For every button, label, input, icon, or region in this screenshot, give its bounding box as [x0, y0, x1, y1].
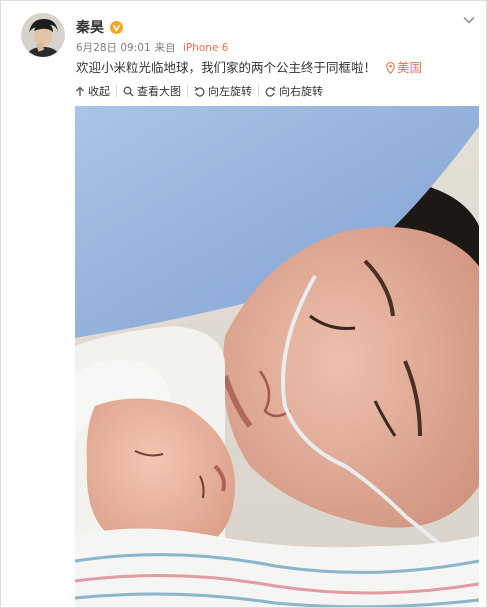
- rotate-right-icon: [265, 86, 276, 97]
- post-photo[interactable]: [75, 106, 479, 607]
- post-text: 欢迎小米粒光临地球，我们家的两个公主终于同框啦！: [76, 60, 377, 75]
- weibo-post-card: 秦昊 6月28日 09:01 来自 iPhone 6 欢迎小米粒光临地球，我们家的…: [0, 0, 487, 608]
- rotate-left-button[interactable]: 向左旋转: [194, 85, 259, 98]
- collapse-up-icon: [76, 86, 84, 96]
- view-large-label: 查看大图: [137, 85, 181, 98]
- verified-badge-icon: [110, 20, 123, 34]
- rotate-right-label: 向右旋转: [279, 85, 323, 98]
- collapse-button[interactable]: 收起: [75, 85, 117, 98]
- location-link[interactable]: 美国: [386, 60, 422, 75]
- rotate-left-icon: [194, 86, 205, 97]
- image-toolbar: 收起 查看大图 向左旋转 向右旋转: [69, 80, 472, 102]
- location-label: 美国: [397, 60, 423, 75]
- collapse-label: 收起: [88, 85, 110, 98]
- post-date[interactable]: 6月28日 09:01: [76, 42, 151, 54]
- avatar[interactable]: [21, 13, 65, 57]
- name-row: 秦昊: [76, 17, 123, 37]
- rotate-right-button[interactable]: 向右旋转: [265, 85, 329, 98]
- username[interactable]: 秦昊: [76, 17, 104, 37]
- magnify-icon: [123, 86, 134, 96]
- source-prefix: 来自: [154, 42, 176, 54]
- post-meta: 6月28日 09:01 来自 iPhone 6: [76, 40, 232, 55]
- rotate-left-label: 向左旋转: [208, 85, 252, 98]
- chevron-down-icon[interactable]: [462, 13, 476, 27]
- view-large-button[interactable]: 查看大图: [123, 85, 188, 98]
- avatar-image: [21, 13, 65, 57]
- post-photo-image: [75, 106, 479, 607]
- location-pin-icon: [386, 62, 395, 74]
- post-content: 欢迎小米粒光临地球，我们家的两个公主终于同框啦！ 美国: [76, 57, 422, 76]
- post-device[interactable]: iPhone 6: [183, 42, 228, 54]
